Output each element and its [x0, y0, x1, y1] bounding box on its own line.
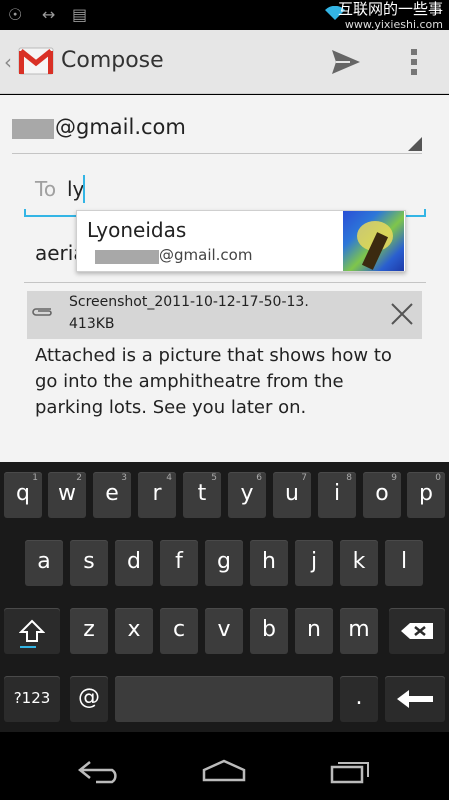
navigation-bar — [0, 732, 449, 800]
key-a[interactable]: a — [25, 540, 63, 586]
shift-arrow-icon — [19, 619, 45, 642]
spinner-caret-icon — [408, 137, 422, 151]
key-j[interactable]: j — [295, 540, 333, 586]
enter-arrow-icon — [397, 690, 433, 708]
key-q[interactable]: q1 — [4, 472, 42, 518]
android-debug-icon: ☉ — [8, 5, 23, 24]
attachment-name: Screenshot_2011-10-12-17-50-13. — [69, 294, 309, 310]
key-i[interactable]: i8 — [318, 472, 356, 518]
key-o[interactable]: o9 — [363, 472, 401, 518]
from-address: @gmail.com — [55, 115, 186, 139]
redacted-username — [95, 250, 159, 264]
key-w[interactable]: w2 — [48, 472, 86, 518]
key-g[interactable]: g — [205, 540, 243, 586]
attachment-size: 413KB — [69, 316, 115, 332]
overflow-menu-button[interactable] — [402, 44, 426, 80]
up-caret-icon[interactable]: ‹ — [4, 50, 12, 74]
shift-key[interactable] — [4, 608, 60, 654]
keyboard: q1 w2 e3 r4 t5 y6 u7 i8 o9 p0 a s d f g … — [0, 462, 449, 732]
recent-apps-icon[interactable] — [326, 758, 374, 784]
key-y[interactable]: y6 — [228, 472, 266, 518]
key-n[interactable]: n — [295, 608, 333, 654]
key-h[interactable]: h — [250, 540, 288, 586]
from-account-spinner[interactable]: @gmail.com — [12, 113, 422, 153]
key-e[interactable]: e3 — [93, 472, 131, 518]
message-body[interactable]: Attached is a picture that shows how to … — [35, 343, 403, 421]
key-x[interactable]: x — [115, 608, 153, 654]
contact-suggestion[interactable]: Lyoneidas @gmail.com — [76, 210, 406, 272]
send-button[interactable] — [326, 44, 366, 80]
attachment[interactable]: Screenshot_2011-10-12-17-50-13. 413KB — [27, 291, 422, 339]
home-icon[interactable] — [200, 758, 248, 784]
key-k[interactable]: k — [340, 540, 378, 586]
key-t[interactable]: t5 — [183, 472, 221, 518]
key-s[interactable]: s — [70, 540, 108, 586]
redacted-username — [12, 119, 54, 139]
key-u[interactable]: u7 — [273, 472, 311, 518]
compose-form: @gmail.com To ly aeria Lyoneidas @gmail.… — [0, 95, 449, 462]
key-b[interactable]: b — [250, 608, 288, 654]
key-r[interactable]: r4 — [138, 472, 176, 518]
watermark: 互联网的一些事 www.yixieshi.com — [338, 2, 443, 32]
gmail-logo-icon[interactable] — [18, 45, 54, 77]
page-title: Compose — [61, 48, 164, 73]
backspace-icon — [401, 623, 433, 639]
key-m[interactable]: m — [340, 608, 378, 654]
key-c[interactable]: c — [160, 608, 198, 654]
back-icon[interactable] — [76, 758, 124, 784]
remove-attachment-close-icon[interactable] — [390, 302, 414, 326]
key-d[interactable]: d — [115, 540, 153, 586]
suggestion-email: @gmail.com — [159, 246, 253, 264]
to-field[interactable]: ly — [67, 177, 84, 201]
key-p[interactable]: p0 — [407, 472, 445, 518]
divider — [12, 153, 422, 154]
delete-key[interactable] — [389, 608, 445, 654]
key-at[interactable]: @ — [70, 676, 108, 722]
paperclip-icon — [32, 308, 52, 316]
key-l[interactable]: l — [385, 540, 423, 586]
action-bar: ‹ Compose — [0, 30, 449, 94]
text-cursor — [83, 175, 85, 203]
key-z[interactable]: z — [70, 608, 108, 654]
space-bar[interactable] — [115, 676, 333, 722]
suggestion-name: Lyoneidas — [87, 218, 187, 242]
watermark-site: 互联网的一些事 — [337, 0, 443, 18]
status-bar: ☉ ↔ ▤ 互联网的一些事 www.yixieshi.com — [0, 0, 449, 32]
usb-icon: ↔ — [42, 5, 56, 24]
contact-photo — [343, 211, 404, 271]
key-period[interactable]: . — [340, 676, 378, 722]
subject-underline — [24, 282, 426, 283]
message-icon: ▤ — [72, 5, 88, 24]
key-f[interactable]: f — [160, 540, 198, 586]
key-v[interactable]: v — [205, 608, 243, 654]
enter-key[interactable] — [385, 676, 445, 722]
to-label: To — [35, 177, 57, 201]
symbols-key[interactable]: ?123 — [4, 676, 60, 722]
